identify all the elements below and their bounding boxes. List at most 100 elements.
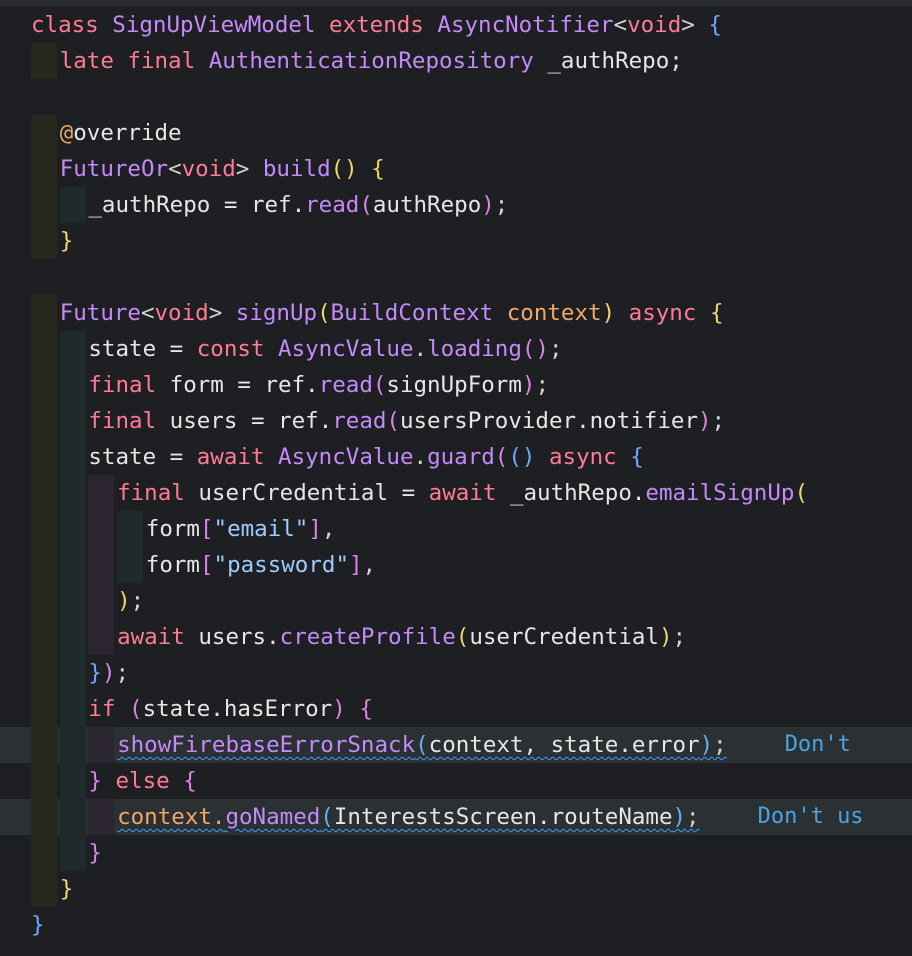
code-line[interactable]: final userCredential = await _authRepo.e…	[0, 475, 912, 511]
code-line[interactable]: }	[0, 871, 912, 907]
code-token: async	[548, 444, 631, 470]
code-text: }	[60, 223, 74, 259]
code-line[interactable]: }	[0, 907, 912, 943]
code-token: )	[601, 300, 629, 326]
indent-guide	[59, 547, 86, 583]
code-token: AsyncValue	[278, 444, 414, 470]
code-text: context.goNamed(InterestsScreen.routeNam…	[117, 799, 700, 835]
code-token: (	[386, 408, 400, 434]
code-line[interactable]: });	[0, 655, 912, 691]
code-text: } else {	[88, 763, 196, 799]
code-token: ;	[494, 192, 509, 218]
code-line[interactable]: if (state.hasError) {	[0, 691, 912, 727]
code-text: form["email"],	[146, 511, 336, 547]
indent-guide	[88, 511, 115, 547]
indent-guide	[88, 547, 115, 583]
code-token: userCredential	[469, 624, 659, 650]
code-line[interactable]: final form = ref.read(signUpForm);	[0, 367, 912, 403]
code-token: }	[88, 768, 116, 794]
code-token: {	[359, 696, 373, 722]
code-text: state = await AsyncValue.guard(() async …	[88, 439, 643, 475]
indent-guide	[59, 331, 86, 367]
code-editor[interactable]: class SignUpViewModel extends AsyncNotif…	[0, 0, 912, 956]
code-token: >	[208, 300, 236, 326]
code-token: guard	[427, 444, 495, 470]
indent-guide	[31, 619, 57, 655]
code-line[interactable]: Future<void> signUp(BuildContext context…	[0, 295, 912, 331]
code-token: ;	[672, 624, 687, 650]
code-token: ]	[308, 516, 322, 542]
code-line[interactable]: state = await AsyncValue.guard(() async …	[0, 439, 912, 475]
code-text: if (state.hasError) {	[88, 691, 372, 727]
code-token: {	[183, 768, 197, 794]
indent-guide	[59, 403, 86, 439]
indent-guide	[31, 151, 57, 187]
indent-guide	[31, 835, 57, 871]
code-line[interactable]	[0, 259, 912, 295]
code-line[interactable]: state = const AsyncValue.loading();	[0, 331, 912, 367]
code-token: )	[117, 588, 131, 614]
code-line[interactable]: FutureOr<void> build() {	[0, 151, 912, 187]
indent-guide	[31, 691, 57, 727]
code-line[interactable]: @override	[0, 115, 912, 151]
code-text: final users = ref.read(usersProvider.not…	[88, 403, 725, 439]
code-token: context.	[117, 804, 226, 830]
code-line[interactable]: );	[0, 583, 912, 619]
code-token: ref.	[264, 372, 319, 398]
indent-guide	[59, 619, 86, 655]
code-line[interactable]: form["password"],	[0, 547, 912, 583]
code-token: await	[117, 624, 199, 650]
code-token: SignUpViewModel	[112, 12, 330, 38]
code-token: ;	[713, 732, 727, 758]
code-token: emailSignUp	[645, 480, 795, 506]
code-token: void	[627, 12, 682, 38]
code-token: )	[481, 192, 495, 218]
code-token: usersProvider.notifier	[399, 408, 698, 434]
code-token: form	[145, 552, 200, 578]
indent-guide	[59, 439, 86, 475]
code-line[interactable]: _authRepo = ref.read(authRepo);	[0, 187, 912, 223]
code-line[interactable]	[0, 79, 912, 115]
indent-guide	[31, 763, 57, 799]
indent-guide	[59, 835, 86, 871]
code-token: (	[129, 696, 143, 722]
code-token: }	[88, 660, 102, 686]
code-token: _authRepo;	[547, 48, 683, 74]
indent-guide	[88, 619, 115, 655]
code-text: form["password"],	[146, 547, 376, 583]
indent-guide	[31, 871, 57, 907]
code-token: ;	[130, 588, 145, 614]
code-token: goNamed	[225, 804, 321, 830]
code-token: ;	[711, 408, 726, 434]
code-token: ref.	[250, 192, 306, 218]
code-line[interactable]: final users = ref.read(usersProvider.not…	[0, 403, 912, 439]
code-token: final	[117, 480, 199, 506]
code-token: ;	[548, 336, 563, 362]
code-token: else	[115, 768, 184, 794]
code-line[interactable]: form["email"],	[0, 511, 912, 547]
code-line[interactable]: } else {	[0, 763, 912, 799]
code-token: ()	[521, 336, 549, 362]
indent-guide	[31, 331, 57, 367]
code-line[interactable]: }	[0, 223, 912, 259]
code-token: state =	[88, 336, 197, 362]
code-token: <	[140, 300, 155, 326]
code-line[interactable]: context.goNamed(InterestsScreen.routeNam…	[0, 799, 912, 835]
code-line[interactable]: showFirebaseErrorSnack(context, state.er…	[0, 727, 912, 763]
code-token: ref.	[278, 408, 333, 434]
code-line[interactable]: class SignUpViewModel extends AsyncNotif…	[0, 7, 912, 43]
indent-guide	[59, 367, 86, 403]
code-token: )	[699, 732, 714, 758]
code-token: read	[318, 372, 373, 398]
code-token: (	[415, 732, 429, 758]
code-token: ;	[686, 804, 700, 830]
code-line[interactable]: }	[0, 835, 912, 871]
code-token: form =	[169, 372, 265, 398]
code-token: late	[59, 48, 128, 74]
lint-hint-text: Don't	[784, 732, 851, 757]
indent-guide	[59, 727, 86, 763]
code-line[interactable]: await users.createProfile(userCredential…	[0, 619, 912, 655]
code-token: {	[709, 300, 724, 326]
code-line[interactable]: late final AuthenticationRepository _aut…	[0, 43, 912, 79]
code-token: ]	[349, 552, 363, 578]
